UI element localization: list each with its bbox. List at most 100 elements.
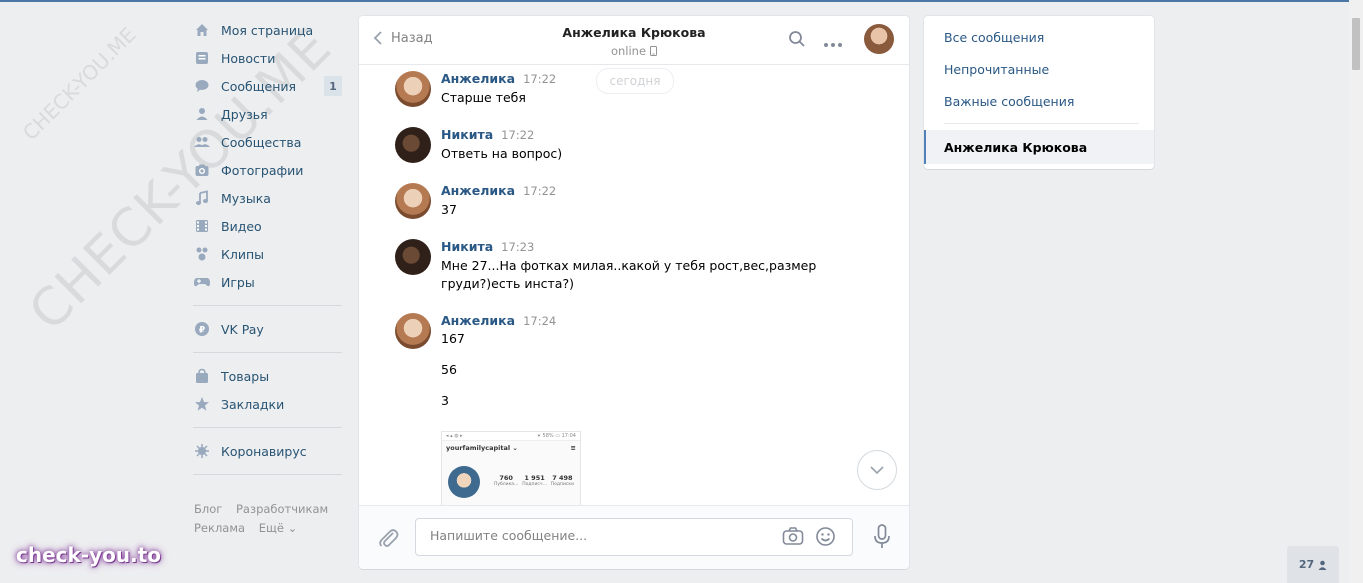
avatar[interactable] <box>395 183 431 219</box>
message-list: сегодня Анжелика 17:22 Старше тебя Никит… <box>359 65 909 506</box>
nav-item-games[interactable]: Игры <box>190 268 346 296</box>
nav-label: Друзья <box>221 106 268 122</box>
message-author[interactable]: Анжелика <box>441 71 515 86</box>
message-composer <box>359 505 909 569</box>
message-text: 37 <box>441 202 457 217</box>
vkpay-icon: ₽ <box>193 320 211 338</box>
microphone-icon[interactable] <box>873 524 891 554</box>
message-input-box[interactable] <box>415 518 853 556</box>
nav-divider <box>193 305 342 306</box>
groups-icon <box>193 133 211 151</box>
stat-value: 7 498 <box>552 474 573 482</box>
scrollbar-thumb[interactable] <box>1352 18 1360 70</box>
peer-status: online <box>519 44 749 58</box>
nav-item-vkpay[interactable]: ₽ VK Pay <box>190 315 346 343</box>
stat-label: Публика... <box>493 482 519 487</box>
nav-item-my-page[interactable]: Моя страница <box>190 16 346 44</box>
footer-link-ads[interactable]: Реклама <box>194 521 245 535</box>
person-icon <box>1318 560 1327 570</box>
paperclip-icon[interactable] <box>376 526 400 554</box>
stat-label: Подписки <box>550 482 575 487</box>
page-scrollbar[interactable] <box>1349 0 1363 583</box>
message-input[interactable] <box>428 527 772 544</box>
home-icon <box>193 21 211 39</box>
camera-icon[interactable] <box>782 526 804 550</box>
attachment-stats: 760 Публика... 1 951 Подписч... 7 498 Подпи… <box>492 474 576 487</box>
message-text: Ответь на вопрос) <box>441 146 563 161</box>
footer-link-blog[interactable]: Блог <box>194 502 222 516</box>
nav-item-music[interactable]: Музыка <box>190 184 346 212</box>
virus-icon <box>193 442 211 460</box>
footer-link-more[interactable]: Ещё ⌄ <box>259 521 297 535</box>
attachment-status-bar: ◂ ▴ ◍ ▸ ∗ 58% ▭ 17:04 <box>442 432 580 441</box>
nav-item-photos[interactable]: Фотографии <box>190 156 346 184</box>
nav-item-coronavirus[interactable]: Коронавирус <box>190 437 346 465</box>
online-friends-button[interactable]: 27 <box>1287 546 1339 583</box>
filter-all-messages[interactable]: Все сообщения <box>924 21 1154 53</box>
message-time[interactable]: 17:22 <box>523 184 556 198</box>
nav-label: Видео <box>221 218 262 234</box>
message-time[interactable]: 17:22 <box>501 128 534 142</box>
messages-filter-panel: Все сообщения Непрочитанные Важные сообщ… <box>924 16 1154 169</box>
nav-label: Сообщения <box>221 78 297 94</box>
active-conversation[interactable]: Анжелика Крюкова <box>924 130 1154 164</box>
camera-icon <box>193 161 211 179</box>
chat-header: Назад Анжелика Крюкова online <box>359 16 909 65</box>
avatar[interactable] <box>395 127 431 163</box>
news-icon <box>193 49 211 67</box>
nav-label: Игры <box>221 274 255 290</box>
message-text: 167 56 3 <box>441 331 465 408</box>
message-author[interactable]: Анжелика <box>441 183 515 198</box>
peer-status-text: online <box>610 44 647 58</box>
friends-icon <box>193 105 211 123</box>
filter-unread[interactable]: Непрочитанные <box>924 53 1154 85</box>
message-author[interactable]: Никита <box>441 127 493 142</box>
message-time[interactable]: 17:22 <box>523 72 556 86</box>
back-label: Назад <box>391 30 433 46</box>
nav-label: Новости <box>221 50 276 66</box>
stat-value: 760 <box>499 474 513 482</box>
filter-divider <box>944 123 1139 124</box>
attachment-profile-photo <box>448 466 480 498</box>
search-icon[interactable] <box>788 30 806 52</box>
attachment-username: yourfamilycapital ⌄ <box>446 444 518 452</box>
filter-important[interactable]: Важные сообщения <box>924 85 1154 117</box>
footer-links: Блог Разработчикам Реклама Ещё ⌄ <box>194 500 344 538</box>
message-author[interactable]: Никита <box>441 239 493 254</box>
message-time[interactable]: 17:24 <box>523 314 556 328</box>
peer-info[interactable]: Анжелика Крюкова online <box>519 25 749 58</box>
nav-item-friends[interactable]: Друзья <box>190 100 346 128</box>
video-icon <box>193 217 211 235</box>
nav-item-groups[interactable]: Сообщества <box>190 128 346 156</box>
avatar[interactable] <box>395 239 431 275</box>
nav-item-goods[interactable]: Товары <box>190 362 346 390</box>
message-author[interactable]: Анжелика <box>441 313 515 328</box>
peer-avatar[interactable] <box>864 24 894 54</box>
stat-label: Подписч... <box>522 482 547 487</box>
nav-item-video[interactable]: Видео <box>190 212 346 240</box>
nav-item-news[interactable]: Новости <box>190 44 346 72</box>
nav-label: Моя страница <box>221 22 314 38</box>
more-icon[interactable] <box>823 37 843 52</box>
star-icon <box>193 395 211 413</box>
message-text: Мне 27...На фотках милая..какой у тебя р… <box>441 258 817 291</box>
top-accent-line <box>0 0 1363 2</box>
clips-icon <box>193 245 211 263</box>
scroll-down-button[interactable] <box>857 450 897 490</box>
footer-link-developers[interactable]: Разработчикам <box>236 502 328 516</box>
nav-label: Клипы <box>221 246 265 262</box>
nav-item-messages[interactable]: Сообщения 1 <box>190 72 346 100</box>
avatar[interactable] <box>395 313 431 349</box>
nav-label: Музыка <box>221 190 271 206</box>
stat-value: 1 951 <box>524 474 545 482</box>
nav-item-clips[interactable]: Клипы <box>190 240 346 268</box>
back-button[interactable]: Назад <box>373 30 433 46</box>
hamburger-icon: ≡ <box>570 444 576 452</box>
emoji-icon[interactable] <box>815 526 836 551</box>
message-time[interactable]: 17:23 <box>501 240 534 254</box>
chevron-down-icon <box>870 466 884 474</box>
avatar[interactable] <box>395 71 431 107</box>
photo-attachment[interactable]: ◂ ▴ ◍ ▸ ∗ 58% ▭ 17:04 yourfamilycapital … <box>441 431 581 506</box>
nav-item-bookmarks[interactable]: Закладки <box>190 390 346 418</box>
nav-label: VK Pay <box>221 321 264 337</box>
